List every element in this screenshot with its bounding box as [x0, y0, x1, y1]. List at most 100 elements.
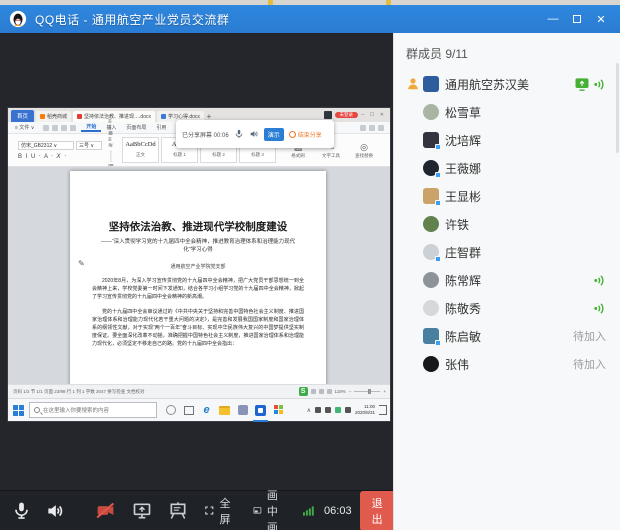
taskbar-clock: 11:00 2020/8/31: [355, 404, 375, 416]
zoom-level: 118%: [335, 389, 346, 394]
titlebar: QQ电话 - 通用航空产业党员交流群 — ✕: [0, 5, 620, 33]
wps-statusbar: 页码 1/2 节 1/1 页面 23/98 行 1 列 1 字数 2047 拼写…: [8, 384, 390, 398]
wps-login-pill: 未登录: [335, 112, 359, 119]
speaking-icon: [593, 274, 606, 287]
mobile-online-badge: [435, 340, 441, 346]
minimize-button[interactable]: —: [544, 10, 562, 28]
maximize-button[interactable]: [568, 10, 586, 28]
qq-call-window: QQ电话 - 通用航空产业党员交流群 — ✕ 首页 稻壳商城 坚持依法治教、推进…: [0, 0, 620, 530]
wps-menubar-right-icons: [360, 125, 390, 131]
page-status-text: 页码 1/2 节 1/1 页面 23/98 行 1 列 1 字数 2047 拼写…: [13, 389, 145, 395]
avatar: [423, 356, 439, 372]
wps-docer-tab: 稻壳商城: [36, 111, 71, 122]
wps-document-tab-2-label: 学习心得.docx: [168, 113, 200, 120]
camera-off-button[interactable]: [95, 500, 116, 521]
waiting-status: 待加入: [573, 356, 606, 372]
present-button: 演示: [264, 128, 284, 141]
speaker-button[interactable]: [45, 501, 65, 521]
statusbar-icon: [319, 389, 324, 394]
member-name: 庄智群: [445, 244, 481, 261]
task-view-icon: [183, 405, 194, 416]
avatar: [423, 104, 439, 120]
picture-in-picture-icon: [253, 503, 262, 518]
member-row[interactable]: 松雪草: [394, 98, 620, 126]
zoom-in-button: +: [383, 389, 386, 394]
mobile-online-badge: [435, 256, 441, 262]
end-share-button: 结束分享: [289, 130, 322, 139]
pen-cursor-icon: ✎: [78, 259, 85, 268]
host-icon: [406, 77, 420, 91]
avatar: [423, 328, 439, 344]
wps-quick-access-icons: [43, 125, 76, 131]
doc-icon: [161, 114, 166, 119]
document-paragraph: 党的十九届四中全会审议通过的《中共中央关于坚持和完善中国特色社会主义制度、推进国…: [92, 308, 304, 348]
member-row[interactable]: 王薇娜: [394, 154, 620, 182]
wps-file-menu: ≡ 文件 ∨: [10, 124, 39, 131]
wps-menu-layout: 页面布局: [121, 124, 151, 131]
share-status-text: 已分享屏幕 00:06: [182, 130, 229, 139]
tray-icon: [325, 407, 331, 413]
avatar: [423, 244, 439, 260]
tray-icon: [335, 407, 341, 413]
fullscreen-button[interactable]: 全屏: [204, 495, 235, 527]
document-subtitle: ——“深入贯彻学习党的十九届四中全会精神，推进教育治理体系和治理能力现代化”学习…: [92, 238, 304, 254]
panel-scrollbar[interactable]: [616, 63, 619, 153]
members-header: 群成员 9/11: [394, 33, 620, 70]
members-panel: 群成员 9/11 通用航空苏汉美: [393, 33, 620, 530]
wps-menu-start: 开始: [81, 123, 101, 132]
style-normal: AaBbCcDd 正文: [122, 137, 159, 163]
app-icon: [237, 405, 248, 416]
file-explorer-icon: [219, 405, 230, 416]
doc-icon: [77, 114, 82, 119]
call-duration: 06:03: [324, 505, 352, 517]
mobile-online-badge: [435, 172, 441, 178]
avatar: [423, 188, 439, 204]
close-button[interactable]: ✕: [592, 10, 610, 28]
member-name: 陈敬秀: [445, 300, 481, 317]
member-row[interactable]: 陈常辉: [394, 266, 620, 294]
speaking-icon: [593, 78, 606, 91]
member-name: 通用航空苏汉美: [445, 76, 529, 93]
member-name: 王薇娜: [445, 160, 481, 177]
store-app-icon: [273, 405, 284, 416]
zoom-slider: [354, 391, 380, 392]
start-button-icon: [13, 405, 24, 416]
member-row[interactable]: 庄智群: [394, 238, 620, 266]
microphone-button[interactable]: [12, 501, 31, 520]
font-name-select: 仿宋_GB2312 ∨: [18, 141, 74, 150]
member-row[interactable]: 通用航空苏汉美: [394, 70, 620, 98]
wps-account-avatar: [324, 111, 332, 119]
member-row[interactable]: 沈培辉: [394, 126, 620, 154]
wps-menu-reference: 引用: [151, 124, 171, 131]
wps-logo-icon: S: [299, 387, 308, 396]
member-row[interactable]: 陈启敏 待加入: [394, 322, 620, 350]
font-format-buttons: B I U ⸱ A ⸱ 𝘟 ⸱: [18, 152, 102, 160]
member-row[interactable]: 张伟 待加入: [394, 350, 620, 378]
document-title: 坚持依法治教、推进现代学校制度建设: [92, 219, 304, 234]
docer-icon: [40, 114, 45, 119]
avatar: [423, 300, 439, 316]
picture-in-picture-button[interactable]: 画中画: [253, 487, 285, 530]
member-row[interactable]: 许铁: [394, 210, 620, 238]
document-page: 坚持依法治教、推进现代学校制度建设 ——“深入贯彻学习党的十九届四中全会精神，推…: [70, 171, 326, 384]
wps-home-tab: 首页: [11, 110, 34, 122]
screen-share-button[interactable]: [132, 501, 152, 521]
zoom-out-button: −: [349, 389, 352, 394]
search-icon: [34, 407, 40, 413]
avatar: [423, 160, 439, 176]
member-row[interactable]: 王显彬: [394, 182, 620, 210]
member-row[interactable]: 陈敬秀: [394, 294, 620, 322]
shared-screen-video: 首页 稻壳商城 坚持依法治教、推进现….docx 学习心得.docx + 未登录: [8, 108, 390, 421]
statusbar-icon: [327, 389, 332, 394]
avatar: [423, 76, 439, 92]
sharing-screen-icon: [575, 78, 589, 91]
wps-document-area: 坚持依法治教、推进现代学校制度建设 ——“深入贯彻学习党的十九届四中全会精神，推…: [8, 167, 390, 384]
member-name: 陈常辉: [445, 272, 481, 289]
speaking-icon: [593, 302, 606, 315]
mic-icon: [234, 129, 244, 139]
whiteboard-button[interactable]: [168, 501, 188, 521]
tray-icon: [315, 407, 321, 413]
taskbar-search-box: 在这里输入你要搜索的内容: [29, 402, 157, 418]
wps-docer-tab-label: 稻壳商城: [47, 113, 67, 120]
member-name: 松雪草: [445, 104, 481, 121]
